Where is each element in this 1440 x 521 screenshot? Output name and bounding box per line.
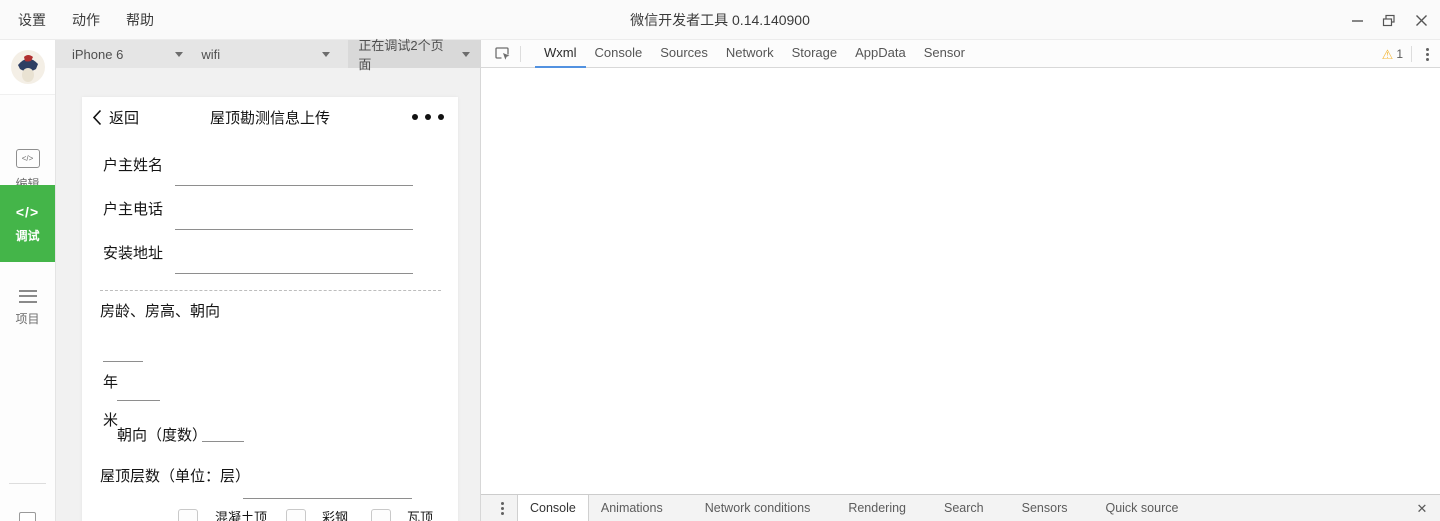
debug-pages-value: 正在调试2个页面 bbox=[358, 38, 444, 72]
sidebar-divider bbox=[9, 483, 46, 484]
roof-type-checkbox-2[interactable] bbox=[286, 509, 306, 521]
toolbar-separator bbox=[1411, 46, 1412, 62]
roof-type-checkbox-3[interactable] bbox=[371, 509, 391, 521]
drawer-tab-quick-source[interactable]: Quick source bbox=[1093, 495, 1190, 521]
devtools-menu-icon[interactable] bbox=[1420, 46, 1434, 62]
roof-type-label-1: 混凝土顶 bbox=[215, 510, 268, 521]
input-roof-floors[interactable] bbox=[243, 498, 412, 499]
field-label-install-address: 安装地址 bbox=[103, 245, 164, 262]
devtools-toolbar: Wxml Console Sources Network Storage App… bbox=[481, 40, 1440, 68]
warning-count: 1 bbox=[1396, 47, 1403, 61]
unit-year-label: 年 bbox=[103, 374, 119, 391]
titlebar: 设置 动作 帮助 微信开发者工具 0.14.140900 bbox=[0, 0, 1440, 40]
section-divider bbox=[100, 290, 441, 291]
wechat-devtools-window: 设置 动作 帮助 微信开发者工具 0.14.140900 </> 编辑 </> … bbox=[0, 0, 1440, 521]
sidebar-item-debug[interactable]: </> 调试 bbox=[0, 185, 55, 262]
debug-code-icon: </> bbox=[15, 203, 40, 220]
project-list-icon bbox=[18, 289, 37, 303]
input-house-age[interactable] bbox=[103, 361, 143, 362]
devtools-panel: Wxml Console Sources Network Storage App… bbox=[480, 40, 1440, 521]
tab-sensor[interactable]: Sensor bbox=[915, 40, 974, 68]
input-house-height[interactable] bbox=[117, 400, 160, 401]
network-dropdown[interactable]: wifi bbox=[183, 40, 331, 68]
drawer-tab-search[interactable]: Search bbox=[932, 495, 996, 521]
chevron-down-icon bbox=[175, 51, 184, 57]
drawer-tab-sensors[interactable]: Sensors bbox=[1010, 495, 1080, 521]
device-value: iPhone 6 bbox=[72, 46, 124, 62]
simulator-panel: iPhone 6 wifi 正在调试2个页面 返回 屋顶勘测信息上传 户主姓名 … bbox=[56, 38, 480, 521]
restore-icon[interactable] bbox=[1380, 11, 1398, 29]
devtools-tabs: Wxml Console Sources Network Storage App… bbox=[535, 40, 974, 68]
tab-console[interactable]: Console bbox=[586, 40, 652, 68]
devtools-content bbox=[481, 68, 1440, 494]
drawer-menu-icon[interactable] bbox=[495, 500, 509, 516]
roof-type-checkbox-1[interactable] bbox=[178, 509, 198, 521]
section-label-house-info: 房龄、房高、朝向 bbox=[100, 303, 221, 320]
tab-wxml[interactable]: Wxml bbox=[535, 40, 586, 68]
close-icon[interactable] bbox=[1412, 11, 1430, 29]
warning-icon: ⚠ bbox=[1381, 46, 1394, 62]
orientation-label: 朝向（度数） bbox=[117, 427, 208, 444]
tab-sources[interactable]: Sources bbox=[651, 40, 717, 68]
drawer-close-icon[interactable]: ✕ bbox=[1412, 495, 1432, 521]
drawer-tab-network-conditions[interactable]: Network conditions bbox=[693, 495, 823, 521]
sidebar: </> 编辑 </> 调试 项目 bbox=[0, 40, 56, 521]
input-owner-phone[interactable] bbox=[175, 229, 413, 230]
devtools-toolbar-right: ⚠ 1 bbox=[1382, 40, 1434, 68]
input-orientation-degrees[interactable] bbox=[202, 441, 244, 442]
minimize-icon[interactable] bbox=[1348, 11, 1366, 29]
warning-counter[interactable]: ⚠ 1 bbox=[1382, 47, 1403, 61]
input-install-address[interactable] bbox=[175, 273, 413, 274]
avatar-image bbox=[10, 50, 45, 84]
window-title: 微信开发者工具 0.14.140900 bbox=[630, 12, 810, 28]
drawer-tab-console[interactable]: Console bbox=[517, 495, 589, 521]
roof-floors-label: 屋顶层数（单位：层） bbox=[100, 468, 251, 485]
simulator-toolbar: iPhone 6 wifi 正在调试2个页面 bbox=[56, 38, 480, 72]
field-label-owner-name: 户主姓名 bbox=[103, 157, 164, 174]
chevron-down-icon bbox=[322, 51, 331, 57]
phone-screen: 返回 屋顶勘测信息上传 户主姓名 户主电话 安装地址 房龄、房高、朝向 年 米 … bbox=[82, 97, 458, 521]
network-value: wifi bbox=[201, 46, 221, 62]
field-label-owner-phone: 户主电话 bbox=[103, 201, 164, 218]
sidebar-item-project[interactable]: 项目 bbox=[0, 278, 55, 338]
roof-type-label-3: 瓦顶 bbox=[407, 510, 434, 521]
app-nav-bar: 返回 屋顶勘测信息上传 bbox=[82, 97, 458, 137]
feedback-icon[interactable] bbox=[19, 512, 36, 521]
console-drawer: Console Animations Network conditions Re… bbox=[481, 494, 1440, 521]
inspect-element-icon[interactable] bbox=[492, 44, 512, 64]
edit-code-icon: </> bbox=[15, 148, 40, 168]
tab-network[interactable]: Network bbox=[717, 40, 783, 68]
app-page-title: 屋顶勘测信息上传 bbox=[209, 109, 330, 127]
unit-meter-label: 米 bbox=[103, 412, 119, 429]
tab-storage[interactable]: Storage bbox=[783, 40, 847, 68]
project-label: 项目 bbox=[15, 311, 40, 326]
debug-label: 调试 bbox=[15, 228, 40, 243]
device-dropdown[interactable]: iPhone 6 bbox=[56, 40, 184, 68]
more-menu-icon[interactable] bbox=[412, 114, 444, 120]
window-controls bbox=[1348, 0, 1430, 40]
input-owner-name[interactable] bbox=[175, 185, 413, 186]
tab-appdata[interactable]: AppData bbox=[846, 40, 915, 68]
user-avatar[interactable] bbox=[0, 40, 55, 95]
debug-pages-dropdown[interactable]: 正在调试2个页面 bbox=[348, 38, 480, 72]
roof-type-label-2: 彩钢 bbox=[322, 510, 349, 521]
chevron-down-icon bbox=[462, 51, 470, 57]
drawer-tab-rendering[interactable]: Rendering bbox=[836, 495, 918, 521]
toolbar-separator bbox=[520, 45, 521, 62]
drawer-tab-animations[interactable]: Animations bbox=[589, 495, 675, 521]
